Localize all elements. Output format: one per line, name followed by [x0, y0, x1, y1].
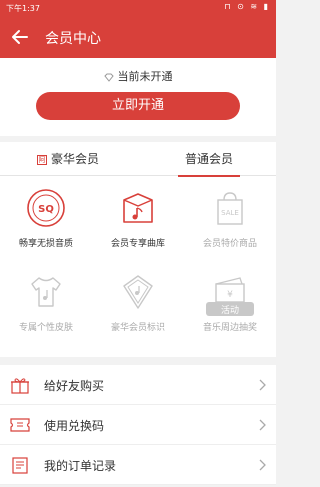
- app-header: 会员中心: [0, 16, 276, 58]
- benefit-exclusive-library[interactable]: 会员专享曲库: [92, 182, 184, 262]
- luxury-member-badge-icon: 阿: [37, 154, 47, 165]
- benefit-label: 专属个性皮肤: [18, 323, 73, 333]
- tab-bar: 阿豪华会员 普通会员: [0, 142, 276, 177]
- benefit-label: 豪华会员标识: [110, 323, 165, 333]
- membership-status-text: 当前未开通: [117, 70, 173, 83]
- menu-item-orders[interactable]: 我的订单记录: [0, 445, 276, 485]
- active-tab-indicator: [178, 175, 240, 177]
- open-membership-button[interactable]: 立即开通: [36, 92, 240, 120]
- music-library-icon: [123, 193, 153, 223]
- tab-luxury-label: 豪华会员: [51, 152, 100, 166]
- sale-bag-icon: SALE: [217, 192, 243, 225]
- status-icons: ⊓ ⊙ ≋ ▮: [224, 2, 270, 11]
- benefit-label: 会员专享曲库: [110, 239, 165, 249]
- gift-icon: [11, 378, 29, 394]
- tab-luxury-member[interactable]: 阿豪华会员: [37, 142, 99, 176]
- status-bar: 下午1:37 ⊓ ⊙ ≋ ▮: [0, 0, 276, 16]
- benefit-lossless-quality[interactable]: SQ 畅享无损音质: [0, 182, 92, 262]
- vip-badge-icon: [123, 275, 153, 309]
- benefit-label: 畅享无损音质: [18, 239, 73, 249]
- menu-list: 给好友购买 使用兑换码 我的订单记录: [0, 365, 276, 485]
- sq-icon: SQ: [27, 189, 65, 227]
- tab-normal-member[interactable]: 普通会员: [178, 142, 240, 177]
- chevron-right-icon: [259, 459, 266, 471]
- svg-text:SALE: SALE: [221, 209, 239, 217]
- svg-text:SQ: SQ: [38, 204, 54, 215]
- tshirt-icon: [31, 277, 61, 307]
- menu-item-label: 使用兑换码: [44, 419, 105, 433]
- back-arrow-icon[interactable]: [8, 25, 32, 49]
- activity-tag-label: 活动: [220, 306, 239, 316]
- menu-item-gift-friend[interactable]: 给好友购买: [0, 365, 276, 405]
- benefit-label: 会员特价商品: [202, 239, 257, 249]
- chevron-right-icon: [259, 419, 266, 431]
- tab-normal-label: 普通会员: [184, 152, 233, 166]
- benefit-merch-lottery[interactable]: ¥ 活动 音乐周边抽奖: [184, 266, 276, 346]
- menu-item-label: 给好友购买: [44, 379, 105, 393]
- svg-text:¥: ¥: [227, 290, 233, 300]
- chevron-right-icon: [259, 379, 266, 391]
- benefit-exclusive-skin[interactable]: 专属个性皮肤: [0, 266, 92, 346]
- status-time: 下午1:37: [6, 4, 40, 13]
- benefit-special-price-goods[interactable]: SALE 会员特价商品: [184, 182, 276, 262]
- ticket-code-icon: [10, 418, 30, 432]
- benefit-luxury-badge[interactable]: 豪华会员标识: [92, 266, 184, 346]
- page-title: 会员中心: [45, 31, 101, 47]
- membership-tabs-panel: 阿豪华会员 普通会员 SQ 畅享无损音质 会员专享曲库 SALE 会员特价商品 …: [0, 142, 276, 357]
- diamond-icon: [103, 73, 114, 82]
- menu-item-label: 我的订单记录: [44, 459, 117, 473]
- membership-status: 当前未开通: [0, 68, 276, 84]
- menu-item-redeem-code[interactable]: 使用兑换码: [0, 405, 276, 445]
- membership-card: 当前未开通 立即开通: [0, 58, 276, 136]
- benefit-label: 音乐周边抽奖: [202, 323, 257, 333]
- order-icon: [12, 457, 28, 474]
